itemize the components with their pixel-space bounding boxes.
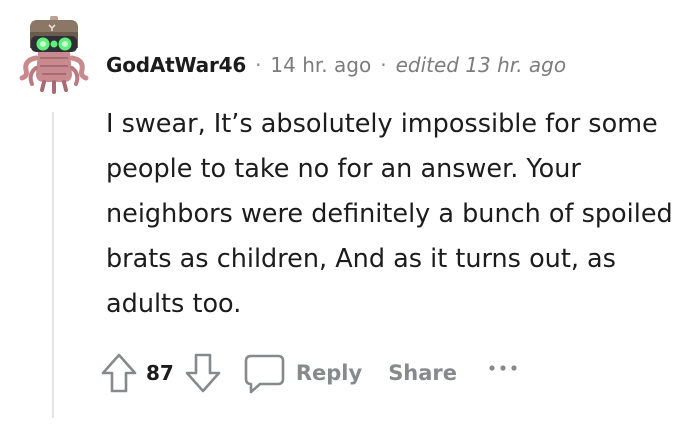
robot-avatar-icon (19, 16, 89, 94)
speech-bubble-icon (244, 354, 285, 394)
upvote-button[interactable] (100, 352, 138, 394)
meta-separator: · (380, 53, 387, 77)
comment-action-bar: 87 Reply Share (100, 348, 519, 398)
meta-separator: · (255, 53, 262, 77)
downvote-arrow-icon (185, 353, 221, 393)
vote-count: 87 (146, 361, 174, 385)
more-options-button[interactable] (487, 363, 519, 373)
edited-timestamp: edited 13 hr. ago (395, 53, 567, 77)
ellipsis-icon (489, 365, 517, 371)
reply-button[interactable]: Reply (242, 352, 362, 394)
avatar[interactable] (18, 14, 90, 94)
comment-body: I swear, It’s absolutely impossible for … (106, 109, 673, 319)
upvote-arrow-icon (101, 353, 137, 393)
author-username[interactable]: GodAtWar46 (106, 53, 246, 77)
comment-meta: GodAtWar46 · 14 hr. ago · edited 13 hr. … (106, 50, 566, 80)
comment-timestamp[interactable]: 14 hr. ago (270, 53, 371, 77)
thread-line[interactable] (52, 112, 54, 418)
reply-label: Reply (295, 361, 363, 385)
downvote-button[interactable] (184, 352, 222, 394)
share-button[interactable]: Share (388, 361, 457, 385)
